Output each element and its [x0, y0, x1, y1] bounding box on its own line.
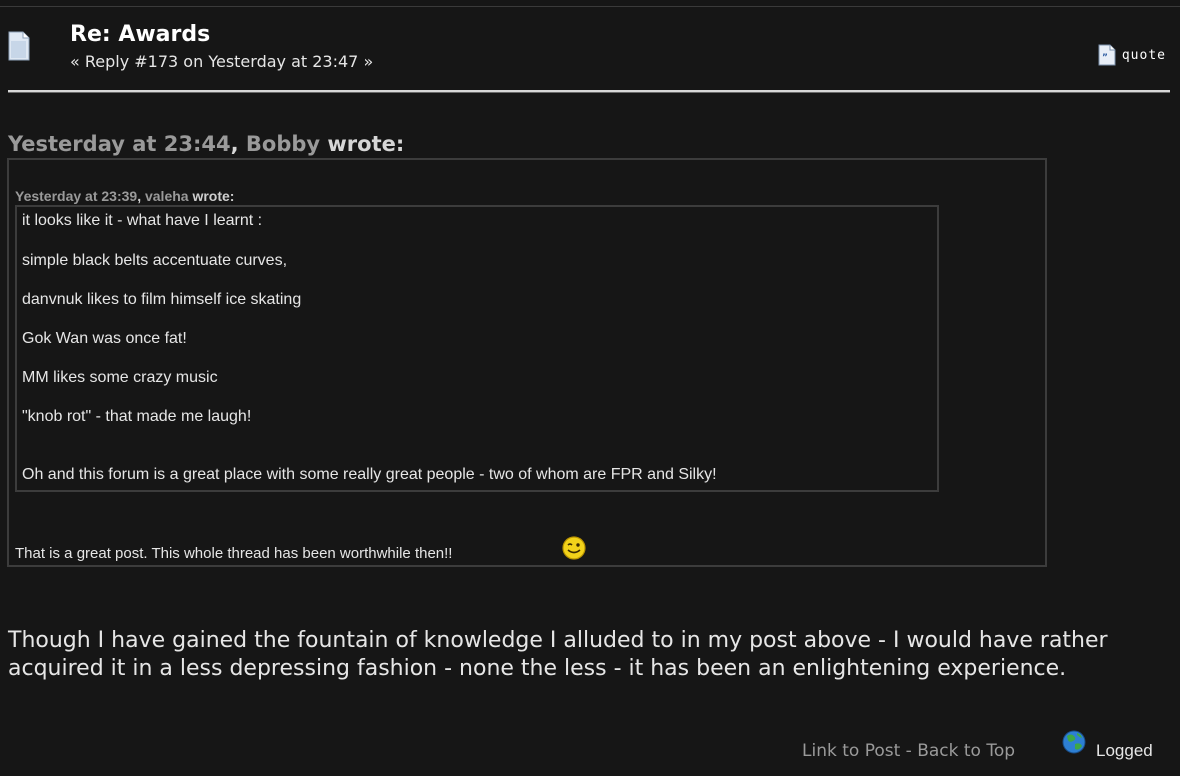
outer-quote-sep: , [230, 132, 246, 156]
post-title[interactable]: Re: Awards [70, 22, 210, 47]
back-to-top-link[interactable]: Back to Top [917, 741, 1015, 761]
header-divider [8, 90, 1170, 92]
footer-separator: - [900, 741, 918, 761]
svg-text:”: ” [1102, 53, 1108, 63]
quote-icon: ” [1098, 44, 1116, 66]
top-border [0, 6, 1180, 7]
inner-quote-author[interactable]: valeha [145, 188, 189, 204]
inner-quote-header: Yesterday at 23:39, valeha wrote: [15, 188, 234, 204]
post-body: Though I have gained the fountain of kno… [8, 628, 1108, 681]
inner-quote-line: Gok Wan was once fat! [22, 330, 187, 347]
outer-quote-header: Yesterday at 23:44, Bobby wrote: [8, 132, 404, 156]
outer-quote-author[interactable]: Bobby [246, 132, 320, 156]
inner-quote-wrote: wrote: [188, 188, 235, 204]
inner-quote-line: simple black belts accentuate curves, [22, 252, 288, 269]
inner-quote-sep: , [137, 188, 145, 204]
link-to-post[interactable]: Link to Post [802, 741, 900, 761]
inner-quote-line: it looks like it - what have I learnt : [22, 212, 263, 229]
post-meta: « Reply #173 on Yesterday at 23:47 » [70, 52, 374, 71]
quote-button[interactable]: ” quote [1098, 44, 1166, 66]
globe-icon [1062, 730, 1086, 754]
page-icon [8, 31, 30, 61]
quote-label: quote [1121, 47, 1166, 63]
outer-quote-time[interactable]: Yesterday at 23:44 [8, 132, 231, 156]
wink-smiley-icon [562, 536, 586, 560]
inner-quote-line: Oh and this forum is a great place with … [22, 466, 717, 483]
outer-quote-wrote: wrote: [320, 132, 405, 156]
logged-status: Logged [1096, 741, 1153, 760]
inner-quote-line: MM likes some crazy music [22, 369, 218, 386]
inner-quote-line: danvnuk likes to film himself ice skatin… [22, 291, 302, 308]
outer-quote-reply: That is a great post. This whole thread … [15, 545, 453, 562]
inner-quote-line: "knob rot" - that made me laugh! [22, 408, 252, 425]
inner-quote-box [15, 205, 939, 492]
footer-links: Link to Post - Back to Top [802, 741, 1015, 761]
inner-quote-time[interactable]: Yesterday at 23:39 [15, 188, 137, 204]
